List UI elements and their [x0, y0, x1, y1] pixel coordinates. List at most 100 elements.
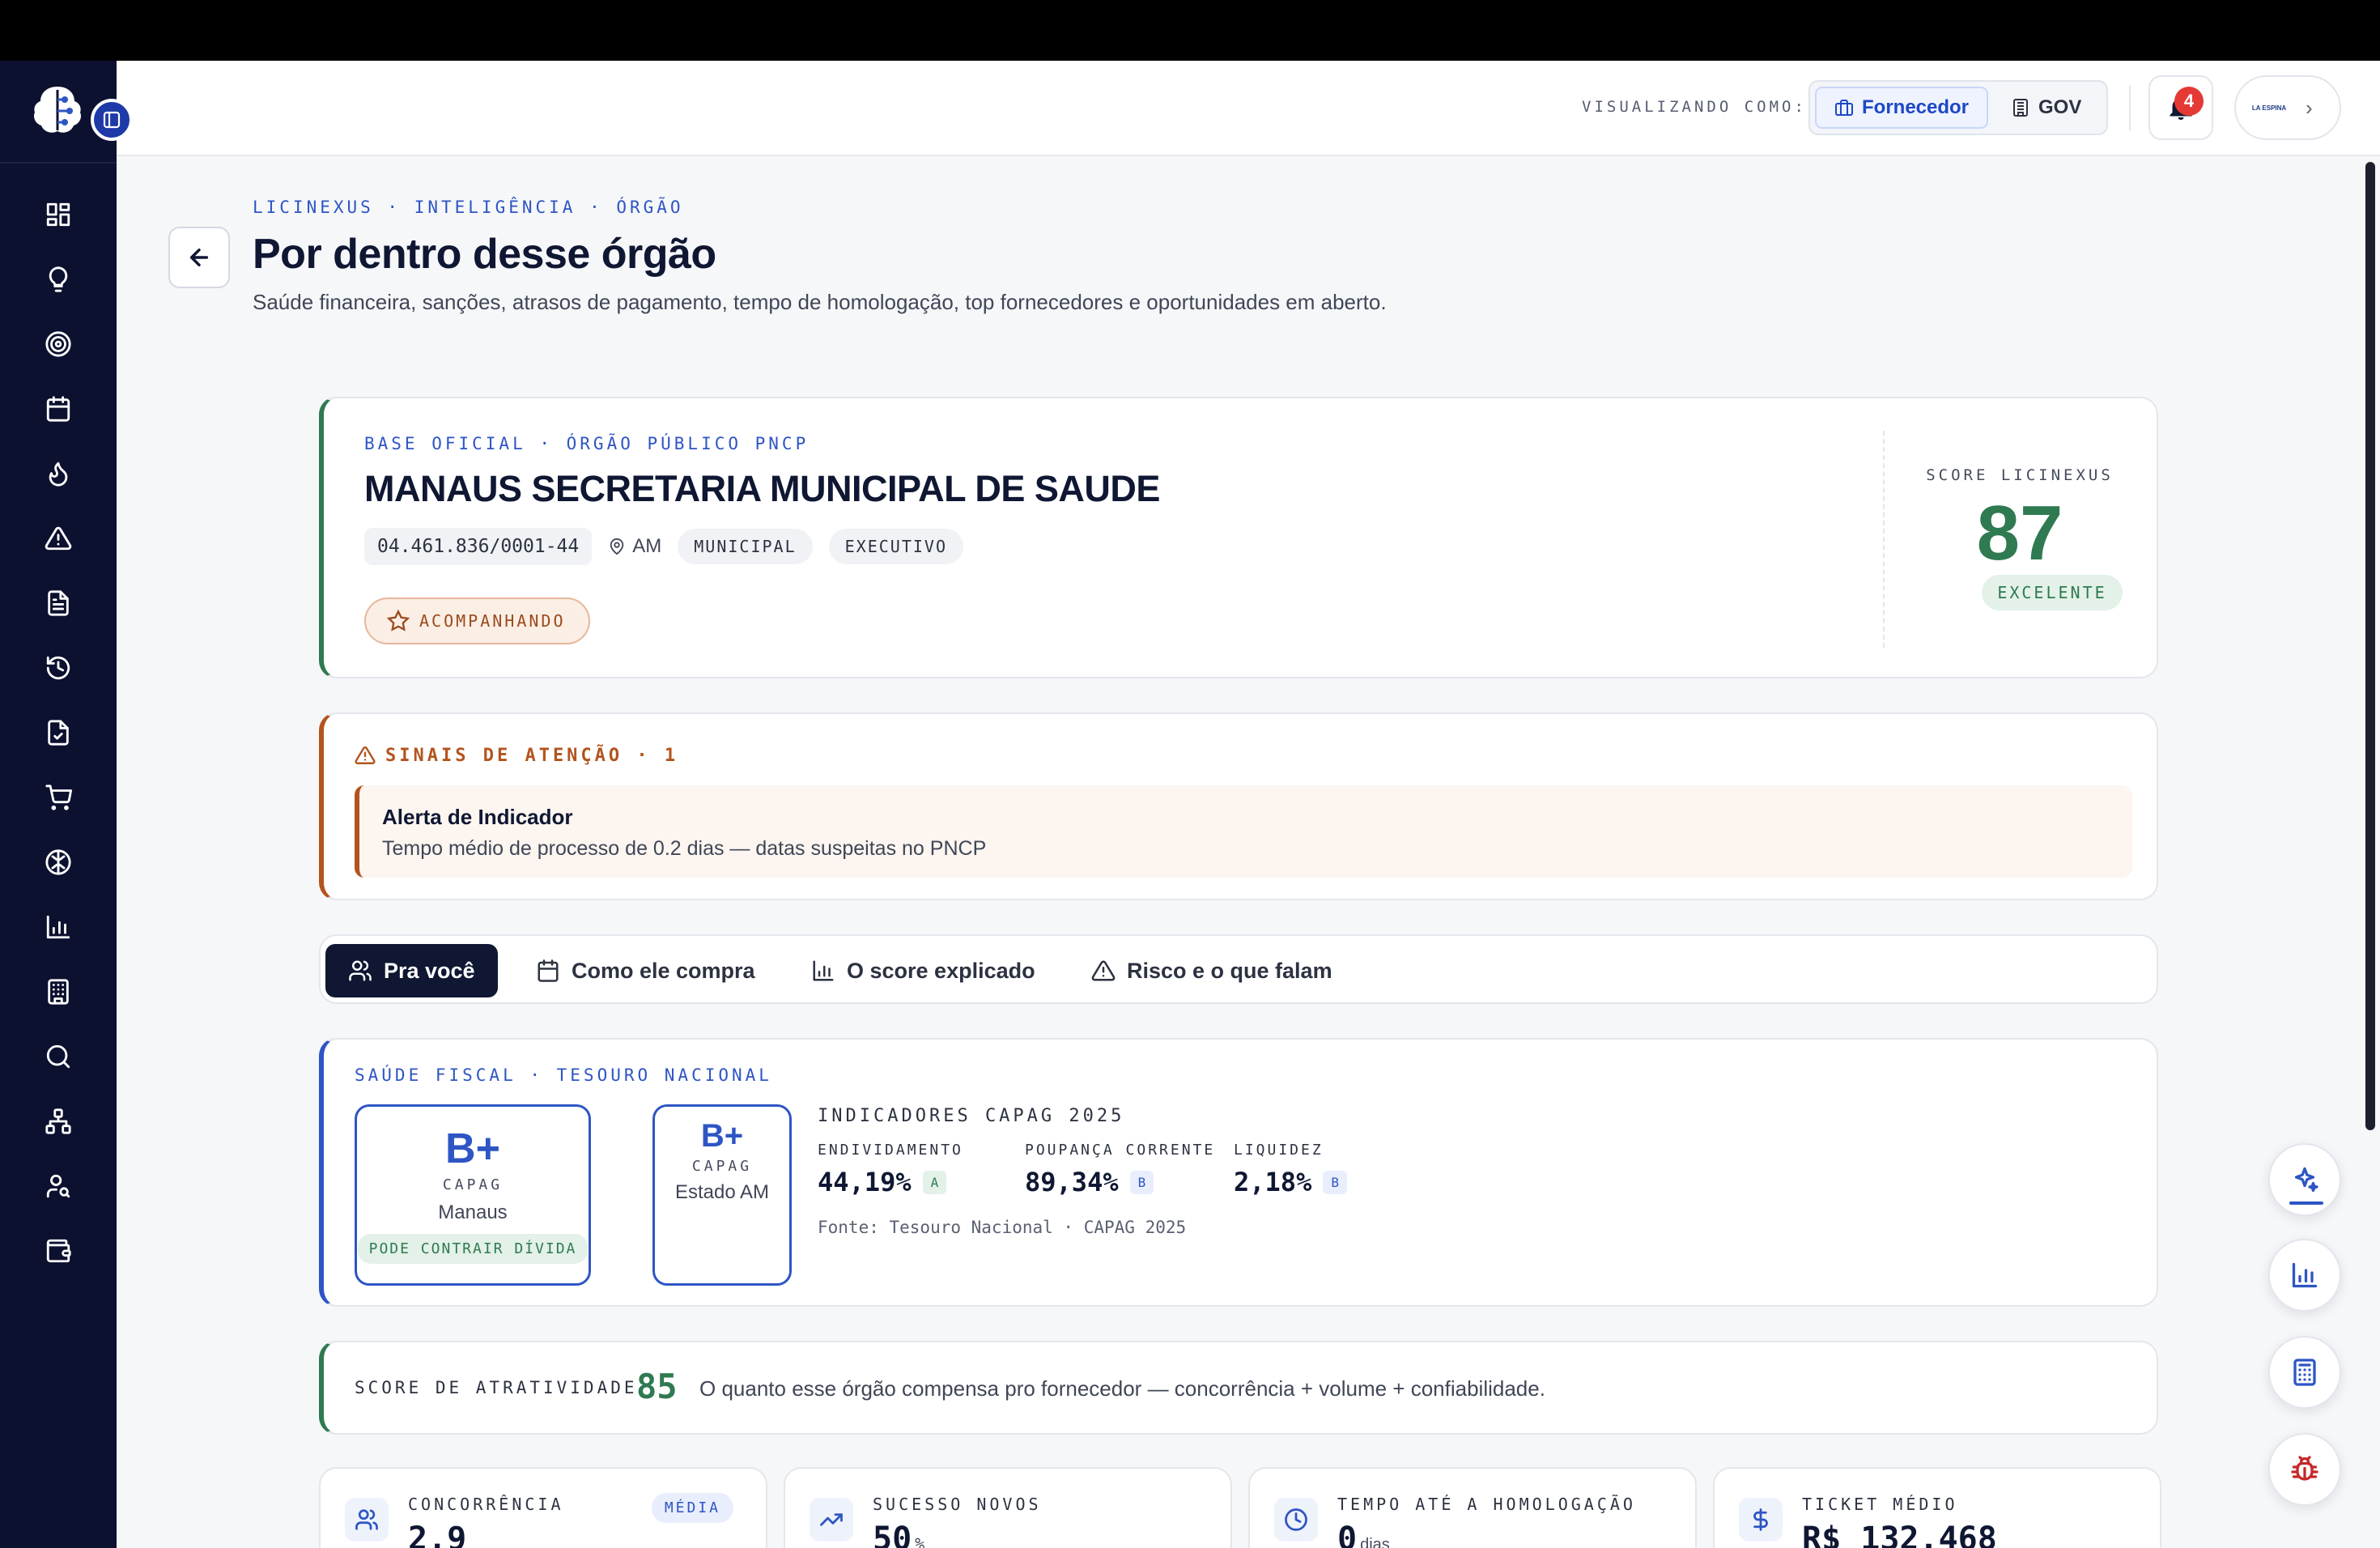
sidebar-item-insights[interactable] — [0, 247, 117, 312]
sidebar-item-search[interactable] — [0, 1024, 117, 1089]
stat-value: 0 dias — [1337, 1520, 1390, 1548]
page-title: Por dentro desse órgão — [253, 231, 716, 278]
tab-label: Risco e o que falam — [1127, 958, 1332, 983]
dashboard-icon — [46, 202, 70, 227]
account-menu-button[interactable]: LA ESPINA › — [2234, 75, 2341, 140]
report-bug-button[interactable] — [2268, 1433, 2341, 1506]
dollar-icon — [1753, 1508, 1768, 1531]
star-icon — [387, 610, 410, 632]
sidebar-item-documents[interactable] — [0, 571, 117, 636]
alert-triangle-icon — [355, 746, 376, 764]
capag-indicators-title: INDICADORES CAPAG 2025 — [818, 1106, 1125, 1126]
alert-title: Alerta de Indicador — [382, 805, 573, 829]
stat-label: TEMPO ATÉ A HOMOLOGAÇÃO — [1337, 1495, 1636, 1514]
sidebar-toggle-icon — [103, 111, 121, 129]
stat-icon-box — [1274, 1498, 1318, 1542]
org-sphere-chip: MUNICIPAL — [678, 529, 813, 564]
org-state: AM — [632, 535, 662, 557]
account-avatar: LA ESPINA — [2247, 86, 2291, 130]
org-power-chip: EXECUTIVO — [828, 529, 963, 564]
sidebar-item-reports[interactable] — [0, 895, 117, 959]
stat-icon-box — [345, 1498, 389, 1542]
view-mode-gov-button[interactable]: GOV — [1993, 87, 2099, 129]
cart-icon — [45, 785, 72, 810]
sidebar-item-suppliers[interactable] — [0, 1154, 117, 1218]
indicators-source: Fonte: Tesouro Nacional · CAPAG 2025 — [818, 1218, 1187, 1237]
back-button[interactable] — [168, 227, 230, 288]
sidebar-item-purchases[interactable] — [0, 765, 117, 830]
view-mode-supplier-button[interactable]: Fornecedor — [1815, 87, 1989, 129]
capag-state-grade: B+ — [700, 1118, 744, 1154]
attractiveness-value: 85 — [636, 1367, 678, 1406]
stat-badge: MÉDIA — [651, 1493, 733, 1523]
stat-card-average-ticket: TICKET MÉDIO R$ 132.468 — [1713, 1467, 2161, 1548]
users-icon — [355, 1509, 378, 1530]
indicator-liquidity: LIQUIDEZ 2,18% B — [1234, 1142, 1347, 1197]
tab-label: O score explicado — [847, 958, 1035, 983]
sidebar-item-alerts[interactable] — [0, 506, 117, 571]
stat-card-new-success: SUCESSO NOVOS 50% — [784, 1467, 1232, 1548]
score-rating-badge: EXCELENTE — [1982, 575, 2123, 610]
stat-label: TICKET MÉDIO — [1802, 1495, 1958, 1514]
view-mode-gov-label: GOV — [2038, 96, 2082, 118]
indicator-label: POUPANÇA CORRENTE — [1025, 1142, 1216, 1159]
sidebar-collapse-button[interactable] — [91, 99, 133, 141]
analytics-button[interactable] — [2268, 1239, 2341, 1312]
org-cnpj-chip: 04.461.836/0001-44 — [364, 528, 593, 565]
sidebar-item-agencies[interactable] — [0, 959, 117, 1024]
tab-como-ele-compra[interactable]: Como ele compra — [513, 944, 778, 997]
search-icon — [46, 1044, 70, 1069]
stat-value: R$ 132.468 — [1802, 1520, 1997, 1548]
calendar-icon — [46, 396, 70, 422]
sidebar-item-network[interactable] — [0, 1089, 117, 1154]
building-icon — [48, 979, 69, 1005]
tab-pra-voce[interactable]: Pra você — [325, 944, 498, 997]
target-icon — [45, 331, 71, 357]
clock-icon — [1285, 1508, 1307, 1531]
bar-chart-icon — [46, 915, 70, 939]
follow-toggle-button[interactable]: ACOMPANHANDO — [364, 598, 590, 644]
progress-underline — [2289, 1201, 2323, 1205]
attention-signals-label: SINAIS DE ATENÇÃO · 1 — [385, 745, 679, 766]
sidebar-item-calendar[interactable] — [0, 376, 117, 441]
alert-text: Tempo médio de processo de 0.2 dias — da… — [382, 837, 987, 860]
app-logo[interactable] — [29, 82, 86, 138]
indicator-value: 2,18% — [1234, 1167, 1312, 1197]
bug-icon — [2291, 1456, 2318, 1481]
brain-icon — [45, 849, 71, 875]
bar-chart-icon — [2292, 1262, 2318, 1288]
fiscal-health-tag: SAÚDE FISCAL · TESOURO NACIONAL — [355, 1065, 772, 1085]
sidebar-item-files[interactable] — [0, 700, 117, 765]
indicator-grade: B — [1323, 1170, 1347, 1194]
flame-icon — [49, 461, 68, 487]
indicator-grade: B — [1129, 1170, 1154, 1194]
ai-assistant-button[interactable] — [2268, 1143, 2341, 1216]
sparkles-icon — [2294, 1167, 2318, 1193]
tab-label: Como ele compra — [572, 958, 755, 983]
sidebar-item-targets[interactable] — [0, 312, 117, 376]
sidebar-item-history[interactable] — [0, 636, 117, 700]
tab-score-explicado[interactable]: O score explicado — [788, 944, 1058, 997]
indicator-label: ENDIVIDAMENTO — [818, 1142, 963, 1159]
breadcrumb: LICINEXUS · INTELIGÊNCIA · ÓRGÃO — [253, 198, 684, 217]
indicator-value: 89,34% — [1025, 1167, 1119, 1197]
view-as-label: VISUALIZANDO COMO: — [1582, 98, 1807, 116]
tab-risco[interactable]: Risco e o que falam — [1069, 944, 1355, 997]
alert-triangle-icon — [45, 526, 72, 551]
indicator-label: LIQUIDEZ — [1234, 1142, 1324, 1159]
calculator-button[interactable] — [2268, 1336, 2341, 1409]
sidebar-item-wallet[interactable] — [0, 1218, 117, 1283]
stat-card-competition: CONCORRÊNCIA 2,9 MÉDIA — [319, 1467, 767, 1548]
sidebar-item-intelligence[interactable] — [0, 830, 117, 895]
sidebar-item-hot[interactable] — [0, 441, 117, 506]
document-icon — [48, 590, 69, 616]
notifications-button[interactable]: 4 — [2148, 75, 2213, 140]
section-tabs: Pra você Como ele compra O score explica… — [319, 934, 2158, 1004]
capag-city-label: CAPAG — [442, 1176, 504, 1193]
sidebar-item-dashboard[interactable] — [0, 182, 117, 247]
capag-city-box: B+ CAPAG Manaus PODE CONTRAIR DÍVIDA — [355, 1104, 591, 1286]
page-scrollbar[interactable] — [2365, 162, 2375, 1130]
history-icon — [46, 656, 70, 680]
stat-card-homologation-time: TEMPO ATÉ A HOMOLOGAÇÃO 0 dias — [1248, 1467, 1697, 1548]
stat-label: CONCORRÊNCIA — [408, 1495, 564, 1514]
